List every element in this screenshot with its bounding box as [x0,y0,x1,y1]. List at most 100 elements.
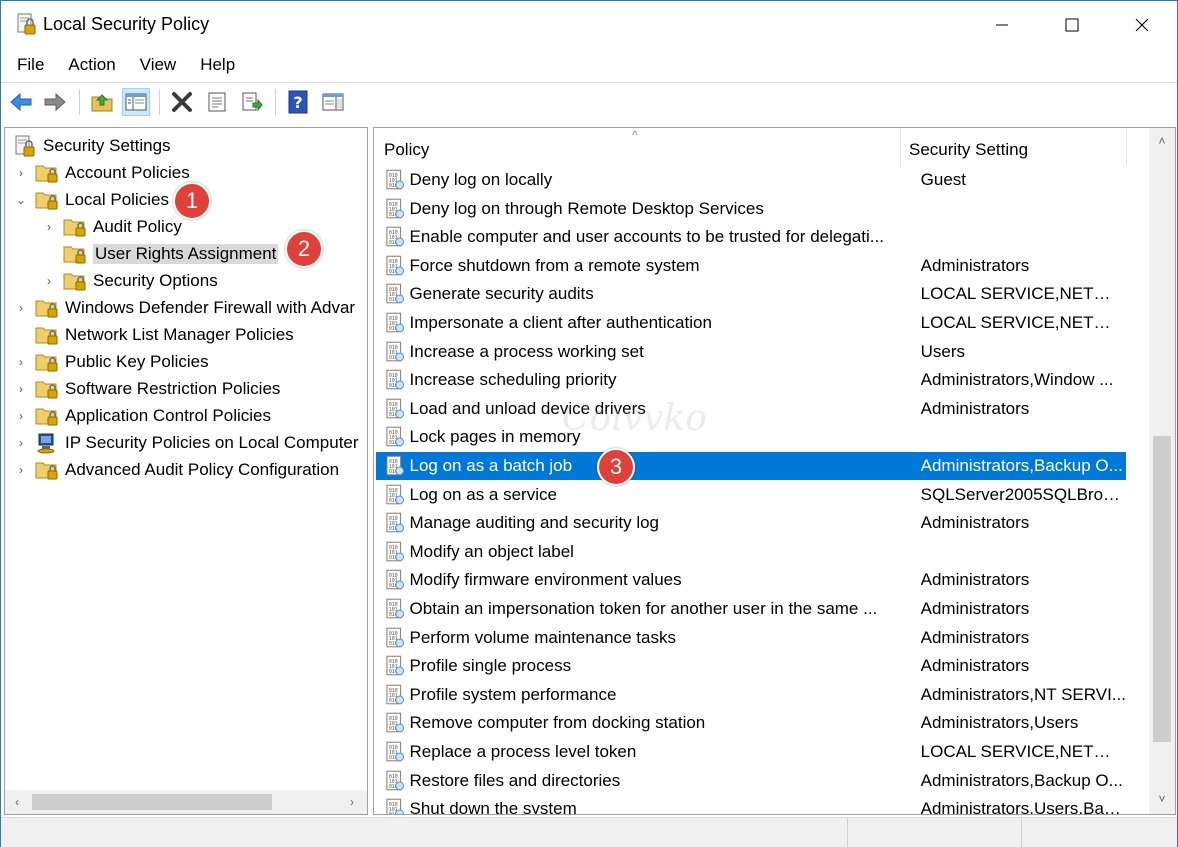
menu-help[interactable]: Help [192,51,243,81]
collapsed-chevron-icon[interactable]: › [41,273,57,289]
collapsed-chevron-icon[interactable]: › [13,408,29,424]
expanded-chevron-icon[interactable]: ⌄ [13,192,29,208]
table-row[interactable]: 010 101 010 Replace a process level token LO… [376,738,1126,766]
collapsed-chevron-icon[interactable]: › [13,300,29,316]
security-settings-icon [15,135,35,156]
tree-item[interactable]: › Security Options [41,267,218,294]
scrollbar-thumb[interactable] [32,794,272,810]
collapsed-chevron-icon[interactable]: › [13,462,29,478]
maximize-button[interactable] [1037,1,1107,49]
horizontal-scrollbar[interactable]: ‹ › [5,790,367,814]
policy-document-icon: 010101010 [386,484,405,504]
table-row[interactable]: 010 101 010 Force shutdown from a remote sy… [376,252,1126,280]
security-setting-value: Administrators,Users [920,713,1079,733]
minimize-button[interactable] [967,1,1037,49]
tree-item-label: User Rights Assignment [93,243,279,264]
scrollbar-thumb[interactable] [1153,436,1171,742]
policy-name: Increase a process working set [409,341,644,361]
tree-item[interactable]: ⌄ Local Policies [13,186,169,213]
table-row[interactable]: 010 101 010 Impersonate a client after auth… [376,309,1126,337]
table-row[interactable]: 010 101 010 Deny log on through Remote Desk… [376,195,1126,223]
table-row[interactable]: 010 101 010 Perform volume maintenance task… [376,624,1126,652]
column-header-security-setting[interactable]: Security Setting [909,128,1124,168]
tree-item[interactable]: Network List Manager Policies [13,321,294,348]
show-hide-action-pane-button[interactable] [319,88,347,116]
table-row[interactable]: 010 101 010 Remove computer from docking st… [376,709,1126,737]
table-row[interactable]: 010 101 010 Enable computer and user accoun… [376,223,1126,251]
table-row[interactable]: 010 101 010 Manage auditing and security lo… [376,509,1126,537]
policy-document-icon: 010101010 [386,655,405,676]
tree-root-security-settings[interactable]: Security Settings [13,132,171,159]
collapsed-chevron-icon[interactable]: › [13,435,29,451]
security-setting-value: LOCAL SERVICE,NETWOR... [920,742,1126,761]
status-bar [1,817,1177,847]
properties-button[interactable] [203,88,231,116]
up-one-level-button[interactable] [88,88,116,116]
table-row[interactable]: 010 101 010 Log on as a service SQLServer200… [376,481,1126,509]
delete-button[interactable] [168,88,196,116]
table-row[interactable]: 010 101 010 Restore files and directories Ad… [376,767,1126,795]
table-row[interactable]: 010 101 010 Increase a process working set U… [376,338,1126,366]
collapsed-chevron-icon[interactable]: › [13,354,29,370]
tree-item-label: Windows Defender Firewall with Advar [65,297,356,317]
tree-item[interactable]: › Advanced Audit Policy Configuration [13,456,339,483]
tree-item[interactable]: › Public Key Policies [13,348,209,375]
table-row[interactable]: 010 101 010 Profile system performance Admin… [376,681,1126,709]
table-row[interactable]: 010 101 010 Modify an object label [376,538,1126,566]
scroll-down-icon[interactable]: ˅ [1153,790,1171,808]
details-pane[interactable]: ^ Policy Security Setting 010 101 010 Deny … [373,127,1176,815]
column-header-policy[interactable]: Policy [384,128,899,168]
collapsed-chevron-icon[interactable]: › [13,165,29,181]
security-setting-value: Administrators [920,570,1030,590]
show-hide-console-tree-button[interactable] [122,88,150,116]
export-list-button[interactable] [238,88,266,116]
scroll-left-icon[interactable]: ‹ [8,793,26,811]
close-button[interactable] [1107,1,1177,49]
tree-item[interactable]: User Rights Assignment [41,240,279,267]
table-row[interactable]: 010 101 010 Increase scheduling priority Adm… [376,366,1126,394]
folder-lock-icon [35,381,58,398]
policy-document-icon: 010101010 [386,255,405,276]
table-row[interactable]: 010 101 010 Load and unload device drivers A… [376,395,1126,423]
table-row[interactable]: 010 101 010 Deny log on locally Guest [376,166,1126,194]
table-row[interactable]: 010 101 010 Profile single process Administr… [376,652,1126,680]
table-row[interactable]: 010 101 010 Generate security audits LOCAL S… [376,280,1126,308]
security-setting-value: Administrators [920,513,1030,533]
title-bar[interactable]: Local Security Policy [1,1,1177,49]
vertical-scrollbar[interactable]: ˄ ˅ [1149,128,1175,814]
column-separator[interactable] [1126,128,1127,166]
security-setting-value: LOCAL SERVICE,NETWOR... [920,284,1126,304]
export-list-icon [242,92,263,112]
tree-item[interactable]: › Application Control Policies [13,402,271,429]
scroll-right-icon[interactable]: › [343,793,361,811]
table-row[interactable]: 010 101 010 Log on as a batch job Administra… [376,452,1126,480]
table-row[interactable]: 010101010Shut down the system Administrat… [376,795,1126,814]
table-row[interactable]: 010 101 010 Obtain an impersonation token f… [376,595,1126,623]
console-tree-pane[interactable]: Security Settings › Account Policies ⌄ Loca… [4,127,368,815]
column-header-label: Policy [384,140,430,159]
collapsed-chevron-icon[interactable]: › [41,219,57,235]
help-button[interactable]: ? [284,88,312,116]
tree-item-label: Application Control Policies [65,405,271,425]
menu-view[interactable]: View [132,51,185,81]
tree-item[interactable]: › Account Policies [13,159,190,186]
window-title: Local Security Policy [43,14,210,34]
table-row[interactable]: 010 101 010 Lock pages in memory [376,423,1126,451]
policy-name: Obtain an impersonation token for anothe… [409,599,878,618]
column-separator[interactable] [900,128,901,166]
tree-item[interactable]: › Audit Policy [41,213,182,240]
back-button[interactable] [7,88,35,116]
policy-document-icon: 010101010 [386,684,405,705]
tree-item[interactable]: › Windows Defender Firewall with Advar [13,294,355,321]
scroll-up-icon[interactable]: ˄ [1153,132,1171,150]
toolbar-separator [159,89,160,115]
tree-item-label: IP Security Policies on Local Computer [65,432,359,452]
collapsed-chevron-icon[interactable]: › [13,381,29,397]
forward-button[interactable] [41,88,69,116]
table-row[interactable]: 010 101 010 Modify firmware environment val… [376,566,1126,594]
menu-file[interactable]: File [9,51,52,81]
tree-item[interactable]: › IP Security Policies on Local Computer [13,429,359,456]
tree-item[interactable]: › Software Restriction Policies [13,375,280,402]
policy-document-icon: 010101010 [386,713,405,733]
menu-action[interactable]: Action [60,51,123,81]
